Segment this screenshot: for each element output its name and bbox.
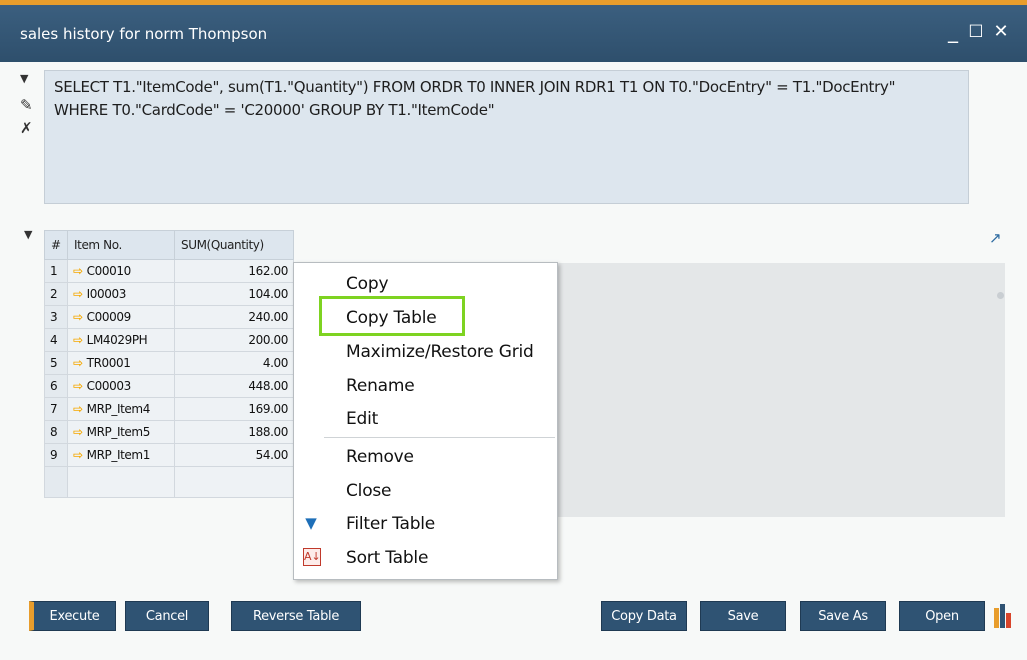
empty-row[interactable] xyxy=(44,466,294,498)
table-row[interactable]: 5 ⇨ TR0001 4.00 xyxy=(44,351,294,375)
quantity-cell: 104.00 xyxy=(174,282,294,306)
link-arrow-icon[interactable]: ⇨ xyxy=(73,310,83,324)
table-row[interactable]: 8 ⇨ MRP_Item5 188.00 xyxy=(44,420,294,444)
link-arrow-icon[interactable]: ⇨ xyxy=(73,264,83,278)
sales-history-window: sales history for norm Thompson _ ☐ ✕ ▼ … xyxy=(0,0,1027,660)
item-code: MRP_Item5 xyxy=(86,425,151,439)
query-line-2: WHERE T0."CardCode" = 'C20000' GROUP BY … xyxy=(54,101,495,119)
item-code: LM4029PH xyxy=(86,333,148,347)
bar-chart-icon[interactable] xyxy=(992,602,1014,628)
item-code: MRP_Item4 xyxy=(86,402,151,416)
row-number: 8 xyxy=(44,420,68,444)
row-number: 4 xyxy=(44,328,68,352)
row-number: 3 xyxy=(44,305,68,329)
menu-item-remove[interactable]: Remove xyxy=(346,447,414,467)
item-code: C00009 xyxy=(86,310,132,324)
quantity-cell: 4.00 xyxy=(174,351,294,375)
grid-empty-area xyxy=(556,263,1005,517)
scrollbar-thumb[interactable] xyxy=(997,292,1004,299)
menu-item-edit[interactable]: Edit xyxy=(346,409,378,429)
eraser-icon[interactable]: ✗ xyxy=(20,119,33,137)
link-arrow-icon[interactable]: ⇨ xyxy=(73,402,83,416)
query-editor[interactable]: SELECT T1."ItemCode", sum(T1."Quantity")… xyxy=(44,70,969,204)
quantity-cell: 169.00 xyxy=(174,397,294,421)
triangle-down-icon[interactable]: ▼ xyxy=(24,228,32,241)
window-title: sales history for norm Thompson xyxy=(20,25,268,43)
column-header-sum-quantity[interactable]: SUM(Quantity) xyxy=(174,230,294,260)
maximize-button[interactable]: ☐ xyxy=(965,22,987,42)
quantity-empty xyxy=(174,466,294,498)
row-number: 2 xyxy=(44,282,68,306)
menu-item-close[interactable]: Close xyxy=(346,481,392,501)
link-arrow-icon[interactable]: ⇨ xyxy=(73,425,83,439)
link-arrow-icon[interactable]: ⇨ xyxy=(73,379,83,393)
row-number: 6 xyxy=(44,374,68,398)
quantity-cell: 54.00 xyxy=(174,443,294,467)
copy-table-highlight xyxy=(319,296,465,336)
cancel-button[interactable]: Cancel xyxy=(125,601,209,631)
menu-item-filter-table[interactable]: Filter Table xyxy=(346,514,435,534)
row-number: 7 xyxy=(44,397,68,421)
menu-item-maximize-restore-grid[interactable]: Maximize/Restore Grid xyxy=(346,342,534,362)
menu-separator xyxy=(324,437,555,438)
row-number-empty xyxy=(44,466,68,498)
sort-icon: A↓ xyxy=(303,548,321,566)
table-row[interactable]: 4 ⇨ LM4029PH 200.00 xyxy=(44,328,294,352)
minimize-button[interactable]: _ xyxy=(942,19,964,43)
row-number: 5 xyxy=(44,351,68,375)
column-header-row-number[interactable]: # xyxy=(44,230,68,260)
table-row[interactable]: 1 ⇨ C00010 162.00 xyxy=(44,259,294,283)
table-row[interactable]: 9 ⇨ MRP_Item1 54.00 xyxy=(44,443,294,467)
results-grid: # Item No. SUM(Quantity) 1 ⇨ C00010 162.0… xyxy=(44,230,294,498)
item-code: MRP_Item1 xyxy=(86,448,151,462)
open-button[interactable]: Open xyxy=(899,601,985,631)
link-arrow-icon[interactable]: ⇨ xyxy=(73,287,83,301)
item-empty xyxy=(67,466,175,498)
pin-icon[interactable]: ↗ xyxy=(989,229,1002,247)
quantity-cell: 200.00 xyxy=(174,328,294,352)
filter-icon: ▼ xyxy=(305,514,317,532)
item-code: C00003 xyxy=(86,379,132,393)
copy-data-button[interactable]: Copy Data xyxy=(601,601,687,631)
row-number: 1 xyxy=(44,259,68,283)
reverse-table-button[interactable]: Reverse Table xyxy=(231,601,361,631)
save-button[interactable]: Save xyxy=(700,601,786,631)
item-code: C00010 xyxy=(86,264,132,278)
quantity-cell: 162.00 xyxy=(174,259,294,283)
menu-item-sort-table[interactable]: Sort Table xyxy=(346,548,428,568)
title-bar[interactable]: sales history for norm Thompson _ ☐ ✕ xyxy=(0,5,1027,62)
triangle-down-icon[interactable]: ▼ xyxy=(20,72,28,85)
menu-item-copy[interactable]: Copy xyxy=(346,274,389,294)
save-as-button[interactable]: Save As xyxy=(800,601,886,631)
query-line-1: SELECT T1."ItemCode", sum(T1."Quantity")… xyxy=(54,78,896,96)
table-row[interactable]: 6 ⇨ C00003 448.00 xyxy=(44,374,294,398)
pencil-icon[interactable]: ✎ xyxy=(20,96,33,114)
row-number: 9 xyxy=(44,443,68,467)
link-arrow-icon[interactable]: ⇨ xyxy=(73,448,83,462)
quantity-cell: 448.00 xyxy=(174,374,294,398)
execute-button[interactable]: Execute xyxy=(29,601,116,631)
quantity-cell: 240.00 xyxy=(174,305,294,329)
table-row[interactable]: 2 ⇨ I00003 104.00 xyxy=(44,282,294,306)
link-arrow-icon[interactable]: ⇨ xyxy=(73,333,83,347)
close-button[interactable]: ✕ xyxy=(990,21,1012,42)
table-row[interactable]: 7 ⇨ MRP_Item4 169.00 xyxy=(44,397,294,421)
table-row[interactable]: 3 ⇨ C00009 240.00 xyxy=(44,305,294,329)
column-header-item-no[interactable]: Item No. xyxy=(67,230,175,260)
item-code: I00003 xyxy=(86,287,127,301)
item-code: TR0001 xyxy=(86,356,131,370)
menu-item-rename[interactable]: Rename xyxy=(346,376,415,396)
link-arrow-icon[interactable]: ⇨ xyxy=(73,356,83,370)
quantity-cell: 188.00 xyxy=(174,420,294,444)
